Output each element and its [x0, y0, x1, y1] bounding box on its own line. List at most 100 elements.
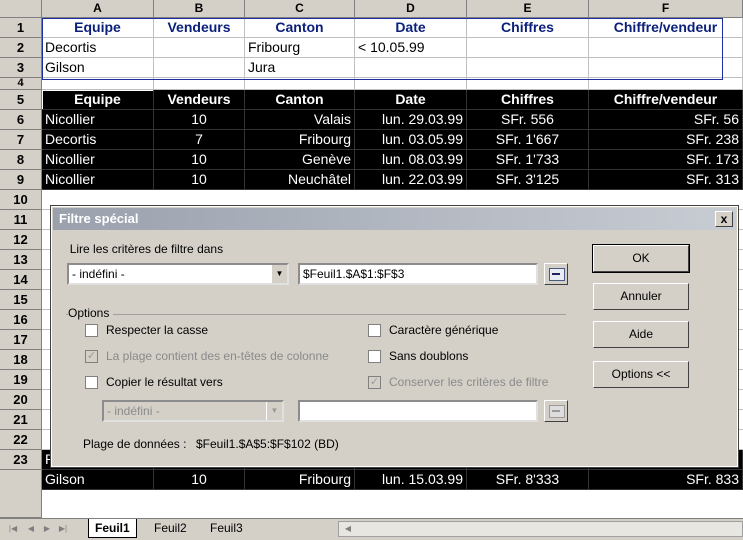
criteria-source-combo[interactable]: - indéfini - ▼ [67, 263, 289, 285]
tab-feuil2[interactable]: Feuil2 [148, 519, 193, 537]
cell[interactable] [467, 38, 589, 58]
row-header[interactable]: 4 [0, 78, 42, 90]
cell[interactable]: 10 [154, 470, 245, 490]
cell[interactable]: SFr. 173 [589, 150, 743, 170]
range-has-headers-checkbox[interactable]: ✓ [85, 350, 98, 363]
cell[interactable]: Fribourg [245, 38, 355, 58]
cell[interactable]: Fribourg [245, 130, 355, 150]
no-duplicates-label[interactable]: Sans doublons [389, 349, 468, 363]
cell[interactable]: lun. 15.03.99 [355, 470, 467, 490]
tab-feuil3[interactable]: Feuil3 [204, 519, 249, 537]
row-header[interactable]: 18 [0, 350, 42, 370]
chevron-down-icon[interactable]: ▼ [266, 402, 282, 420]
copy-results-label[interactable]: Copier le résultat vers [106, 375, 223, 389]
cell[interactable]: Canton [245, 18, 355, 38]
cell[interactable] [245, 78, 355, 90]
cell[interactable]: Fribourg [245, 470, 355, 490]
prev-sheet-icon[interactable]: ◀ [24, 522, 38, 536]
next-sheet-icon[interactable]: ▶ [40, 522, 54, 536]
cell[interactable]: Chiffres [467, 18, 589, 38]
cell[interactable] [355, 58, 467, 78]
no-duplicates-checkbox[interactable] [368, 350, 381, 363]
cell[interactable]: Vendeurs [154, 18, 245, 38]
cell[interactable]: < 10.05.99 [355, 38, 467, 58]
cell[interactable]: Chiffres [467, 90, 589, 110]
cell[interactable]: Neuchâtel [245, 170, 355, 190]
row-header[interactable]: 21 [0, 410, 42, 430]
cell[interactable] [154, 38, 245, 58]
ok-button[interactable]: OK [592, 244, 690, 273]
cell[interactable]: 10 [154, 110, 245, 130]
row-header[interactable]: 12 [0, 230, 42, 250]
column-header-d[interactable]: D [355, 0, 467, 18]
row-header[interactable]: 17 [0, 330, 42, 350]
copy-results-checkbox[interactable] [85, 376, 98, 389]
cell[interactable]: 10 [154, 150, 245, 170]
scroll-left-icon[interactable]: ◀ [341, 522, 355, 536]
cell[interactable]: Nicollier [42, 150, 154, 170]
column-header-f[interactable]: F [589, 0, 743, 18]
cell[interactable]: SFr. 556 [467, 110, 589, 130]
row-header[interactable]: 23 [0, 450, 42, 470]
last-sheet-icon[interactable]: ▶| [56, 522, 70, 536]
column-header-a[interactable]: A [42, 0, 154, 18]
cell[interactable] [154, 58, 245, 78]
cancel-button[interactable]: Annuler [593, 283, 689, 310]
cell[interactable]: SFr. 3'125 [467, 170, 589, 190]
range-has-headers-label[interactable]: La plage contient des en-têtes de colonn… [106, 349, 329, 363]
cell[interactable]: Nicollier [42, 110, 154, 130]
cell[interactable]: SFr. 56 [589, 110, 743, 130]
cell[interactable]: 10 [154, 170, 245, 190]
row-header[interactable]: 8 [0, 150, 42, 170]
column-header-c[interactable]: C [245, 0, 355, 18]
cell[interactable]: Gilson [42, 58, 154, 78]
cell[interactable]: Valais [245, 110, 355, 130]
cell[interactable]: SFr. 313 [589, 170, 743, 190]
cell[interactable]: Equipe [42, 18, 154, 38]
row-header[interactable]: 6 [0, 110, 42, 130]
case-sensitive-label[interactable]: Respecter la casse [106, 323, 208, 337]
destination-combo[interactable]: - indéfini - ▼ [102, 400, 284, 422]
criteria-range-field[interactable]: $Feuil1.$A$1:$F$3 [298, 263, 538, 285]
row-header[interactable]: 10 [0, 190, 42, 210]
cell[interactable]: Chiffre/vendeur [589, 90, 743, 110]
cell[interactable]: Date [355, 18, 467, 38]
regex-label[interactable]: Caractère générique [389, 323, 498, 337]
cell[interactable]: 7 [154, 130, 245, 150]
cell[interactable]: Vendeurs [154, 90, 245, 110]
row-header[interactable]: 7 [0, 130, 42, 150]
cell[interactable]: Decortis [42, 130, 154, 150]
cell[interactable] [589, 58, 743, 78]
dialog-titlebar[interactable]: Filtre spécial x [53, 208, 736, 230]
first-sheet-icon[interactable]: |◀ [6, 522, 20, 536]
row-header[interactable]: 14 [0, 270, 42, 290]
column-header-e[interactable]: E [467, 0, 589, 18]
row-header[interactable]: 2 [0, 38, 42, 58]
cell[interactable]: Chiffre/vendeur [589, 18, 743, 38]
cell[interactable] [589, 38, 743, 58]
cell[interactable]: SFr. 1'733 [467, 150, 589, 170]
cell[interactable]: Decortis [42, 38, 154, 58]
row-header[interactable]: 15 [0, 290, 42, 310]
close-button[interactable]: x [715, 211, 733, 227]
cell[interactable]: SFr. 8'333 [467, 470, 589, 490]
cell[interactable]: lun. 03.05.99 [355, 130, 467, 150]
row-header[interactable]: 1 [0, 18, 42, 38]
cell[interactable] [154, 78, 245, 90]
cell[interactable]: Date [355, 90, 467, 110]
chevron-down-icon[interactable]: ▼ [271, 265, 287, 283]
regex-checkbox[interactable] [368, 324, 381, 337]
column-header-b[interactable]: B [154, 0, 245, 18]
horizontal-scrollbar[interactable]: ◀ [338, 521, 743, 537]
row-header[interactable]: 9 [0, 170, 42, 190]
row-header[interactable]: 13 [0, 250, 42, 270]
cell[interactable]: SFr. 833 [589, 470, 743, 490]
cell[interactable]: Genève [245, 150, 355, 170]
cell[interactable]: Nicollier [42, 170, 154, 190]
row-header[interactable]: 11 [0, 210, 42, 230]
shrink-reference-button-disabled[interactable] [544, 400, 568, 422]
tab-feuil1[interactable]: Feuil1 [88, 519, 137, 538]
cell[interactable] [589, 78, 743, 90]
row-header[interactable]: 22 [0, 430, 42, 450]
row-header[interactable]: 19 [0, 370, 42, 390]
